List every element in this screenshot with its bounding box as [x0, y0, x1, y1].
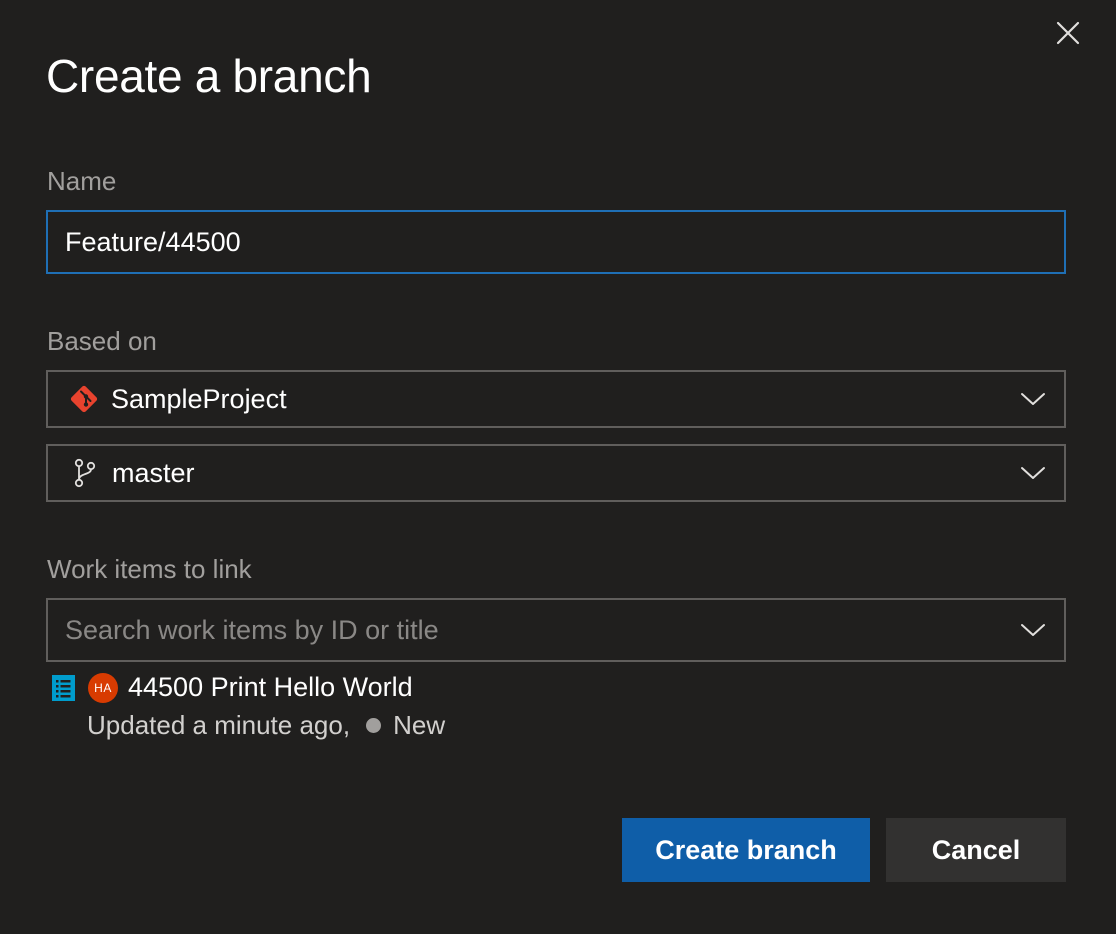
git-repo-icon	[69, 384, 99, 414]
work-items-search-input[interactable]	[65, 614, 1005, 646]
close-button[interactable]	[1052, 17, 1084, 49]
repository-dropdown[interactable]: SampleProject	[46, 370, 1066, 428]
cancel-button[interactable]: Cancel	[886, 818, 1066, 882]
create-branch-button[interactable]: Create branch	[622, 818, 870, 882]
work-item-title[interactable]: 44500 Print Hello World	[128, 672, 413, 703]
close-icon	[1056, 21, 1080, 45]
create-branch-dialog: Create a branch Name Based on SampleProj…	[0, 0, 1116, 934]
avatar: HA	[88, 672, 118, 703]
name-label: Name	[47, 166, 117, 196]
name-input[interactable]	[65, 226, 1005, 258]
state-dot-icon	[366, 718, 382, 733]
branch-value: master	[112, 457, 195, 488]
chevron-down-icon	[1021, 467, 1045, 479]
work-items-search[interactable]	[46, 598, 1066, 662]
branch-icon	[72, 458, 98, 488]
chevron-down-icon	[1021, 393, 1045, 405]
branch-dropdown[interactable]: master	[46, 444, 1066, 502]
dialog-title: Create a branch	[46, 50, 372, 102]
requirement-icon	[52, 674, 75, 701]
based-on-label: Based on	[47, 326, 157, 356]
work-item-state: New	[393, 710, 446, 740]
name-field[interactable]	[46, 210, 1066, 274]
chevron-down-icon	[1021, 624, 1045, 636]
work-item-updated: Updated a minute ago,	[87, 710, 351, 740]
work-items-label: Work items to link	[47, 554, 252, 584]
repository-value: SampleProject	[111, 383, 287, 414]
